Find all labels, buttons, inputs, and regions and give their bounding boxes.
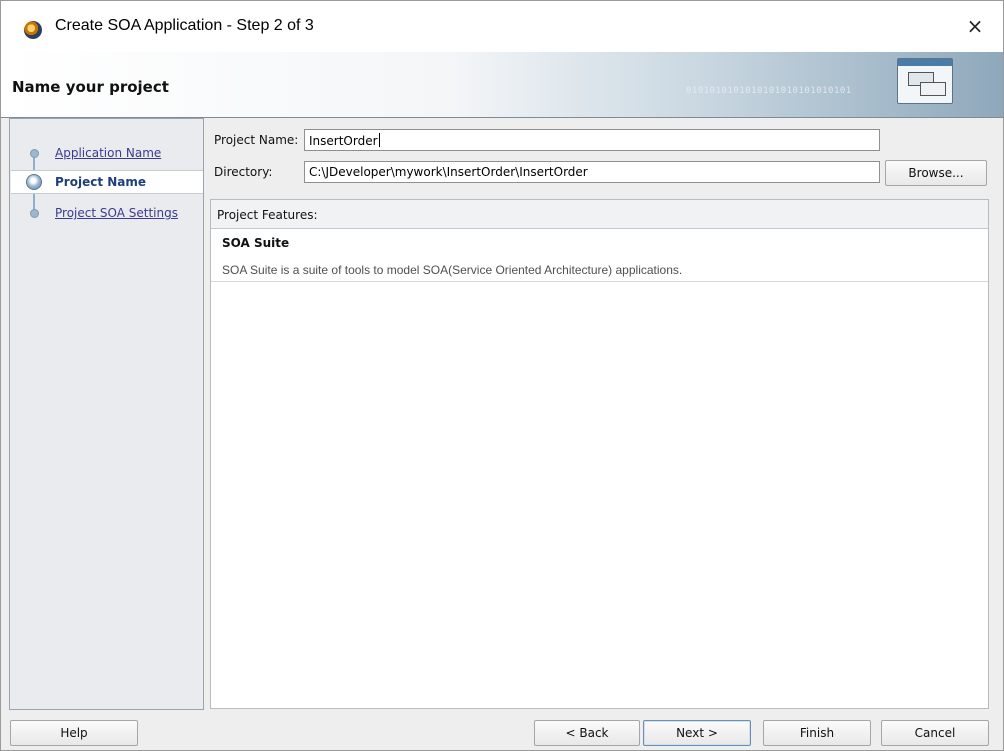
feature-divider [211,281,988,282]
project-name-value: InsertOrder [309,134,378,148]
page-title: Name your project [12,78,169,96]
text-caret [378,133,380,147]
step-current-icon [26,174,42,190]
directory-input[interactable]: C:\JDeveloper\mywork\InsertOrder\InsertO… [304,161,880,183]
step-upcoming-icon [30,208,39,218]
project-features-panel: Project Features: SOA Suite SOA Suite is… [210,199,989,709]
cancel-button[interactable]: Cancel [881,720,989,746]
directory-value: C:\JDeveloper\mywork\InsertOrder\InsertO… [309,165,588,179]
feature-description: SOA Suite is a suite of tools to model S… [222,263,683,277]
nav-step-label: Project SOA Settings [55,206,178,220]
next-button[interactable]: Next > [643,720,751,746]
back-button[interactable]: < Back [534,720,640,746]
nav-step-project-soa-settings[interactable]: Project SOA Settings [11,201,203,225]
banner-decoration: 0101010101010101010101010101 [686,86,852,96]
wizard-header-banner: Name your project 0101010101010101010101… [0,52,1004,118]
nav-step-project-name[interactable]: Project Name [11,170,203,194]
browse-button[interactable]: Browse... [885,160,987,186]
window-title: Create SOA Application - Step 2 of 3 [55,17,314,34]
feature-title: SOA Suite [222,236,290,250]
project-name-input[interactable]: InsertOrder [304,129,880,151]
step-visited-icon [30,148,39,158]
directory-label: Directory: [214,165,273,179]
nav-step-label: Project Name [55,175,147,189]
title-bar: Create SOA Application - Step 2 of 3 × [0,0,1004,52]
project-features-header: Project Features: [211,200,988,229]
jdeveloper-app-icon [24,21,42,39]
close-button[interactable]: × [957,11,993,41]
help-button[interactable]: Help [10,720,138,746]
finish-button[interactable]: Finish [763,720,871,746]
nav-step-label: Application Name [55,146,162,160]
nav-step-application-name[interactable]: Application Name [11,141,203,165]
project-name-label: Project Name: [214,133,299,147]
wizard-window-icon [897,58,953,104]
